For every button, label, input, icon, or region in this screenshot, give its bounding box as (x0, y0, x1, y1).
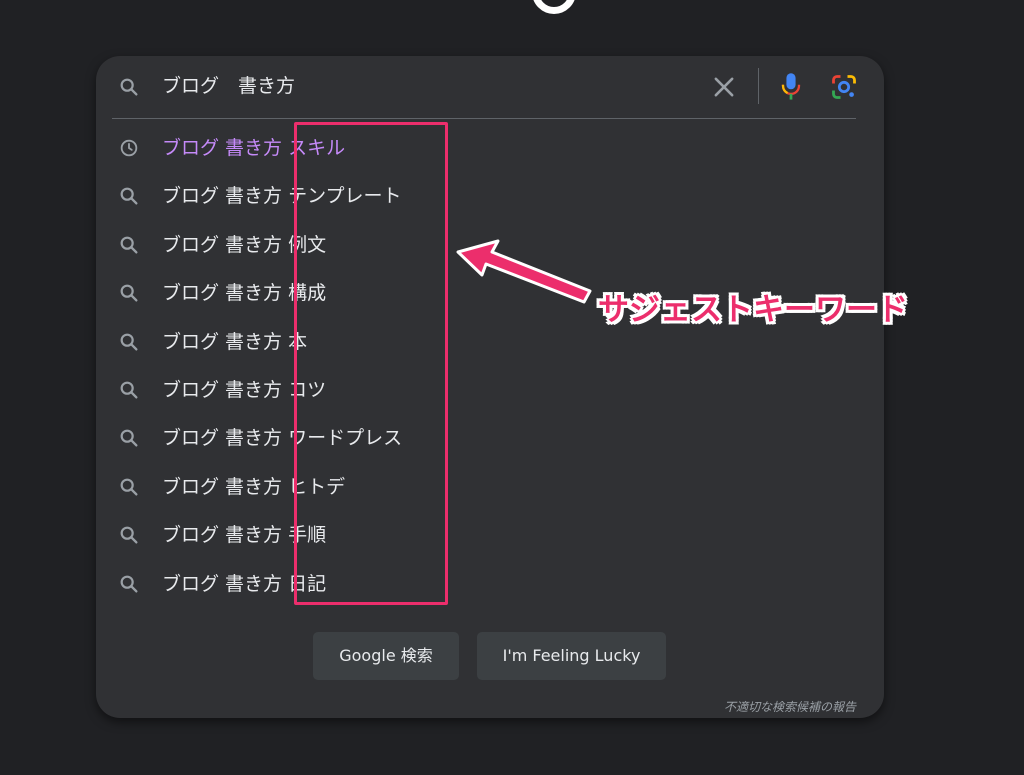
report-suggestions-link[interactable]: 不適切な検索候補の報告 (724, 698, 856, 715)
suggestion-prefix: ブログ 書き方 (162, 185, 283, 208)
suggestion-prefix: ブログ 書き方 (162, 524, 283, 547)
suggestion-suffix: 日記 (288, 572, 327, 595)
search-icon (120, 381, 138, 399)
suggestion-suffix: 本 (288, 330, 308, 353)
suggestion-item[interactable]: ブログ 書き方 スキル (96, 124, 884, 172)
clear-icon[interactable] (710, 73, 738, 101)
google-search-button[interactable]: Google 検索 (313, 632, 459, 680)
history-icon (120, 139, 138, 157)
search-input[interactable]: ブログ 書き方 (162, 71, 295, 101)
suggestion-suffix: コツ (288, 378, 327, 401)
search-icon (120, 78, 138, 96)
suggestion-item[interactable]: ブログ 書き方 ヒトデ (96, 463, 884, 511)
search-box[interactable]: ブログ 書き方 (96, 56, 884, 118)
suggestion-prefix: ブログ 書き方 (162, 572, 283, 595)
search-box-divider (758, 68, 759, 104)
suggestion-item[interactable]: ブログ 書き方 テンプレート (96, 172, 884, 220)
suggestion-prefix: ブログ 書き方 (162, 378, 283, 401)
search-icon (120, 333, 138, 351)
suggestion-suffix: テンプレート (288, 185, 402, 208)
search-icon (120, 429, 138, 447)
suggestion-item[interactable]: ブログ 書き方 日記 (96, 560, 884, 608)
suggestion-prefix: ブログ 書き方 (162, 475, 283, 498)
suggestion-suffix: ヒトデ (288, 475, 346, 498)
feeling-lucky-button[interactable]: I'm Feeling Lucky (477, 632, 666, 680)
search-divider (112, 118, 856, 119)
suggestion-item[interactable]: ブログ 書き方 手順 (96, 511, 884, 559)
suggestion-prefix: ブログ 書き方 (162, 137, 283, 159)
google-logo-fragment (532, 0, 576, 14)
search-icon (120, 526, 138, 544)
suggestion-suffix: ワードプレス (288, 427, 403, 450)
suggestion-prefix: ブログ 書き方 (162, 282, 283, 305)
search-buttons: Google 検索 I'm Feeling Lucky (96, 632, 884, 682)
search-icon (120, 284, 138, 302)
suggest-keyword-annotation: サジェストキーワード (598, 292, 908, 328)
suggestion-suffix: 構成 (288, 282, 327, 305)
suggestion-suffix: 手順 (288, 524, 327, 547)
suggestion-suffix: スキル (288, 137, 346, 159)
search-icon (120, 236, 138, 254)
suggestion-item[interactable]: ブログ 書き方 例文 (96, 221, 884, 269)
suggestion-prefix: ブログ 書き方 (162, 427, 283, 450)
microphone-icon[interactable] (777, 71, 805, 103)
suggestion-prefix: ブログ 書き方 (162, 233, 283, 256)
suggestion-list: ブログ 書き方 スキル ブログ 書き方 テンプレート ブログ 書き方 例文 ブロ… (96, 124, 884, 608)
suggestion-item[interactable]: ブログ 書き方 ワードプレス (96, 414, 884, 462)
search-icon (120, 575, 138, 593)
suggestion-suffix: 例文 (288, 233, 327, 256)
suggestion-prefix: ブログ 書き方 (162, 330, 283, 353)
search-icon (120, 478, 138, 496)
google-lens-icon[interactable] (830, 73, 858, 101)
search-dropdown-panel: ブログ 書き方 ブログ 書き方 スキル ブログ 書き方 テンプレート ブログ 書… (96, 56, 884, 718)
search-icon (120, 187, 138, 205)
suggestion-item[interactable]: ブログ 書き方 コツ (96, 366, 884, 414)
